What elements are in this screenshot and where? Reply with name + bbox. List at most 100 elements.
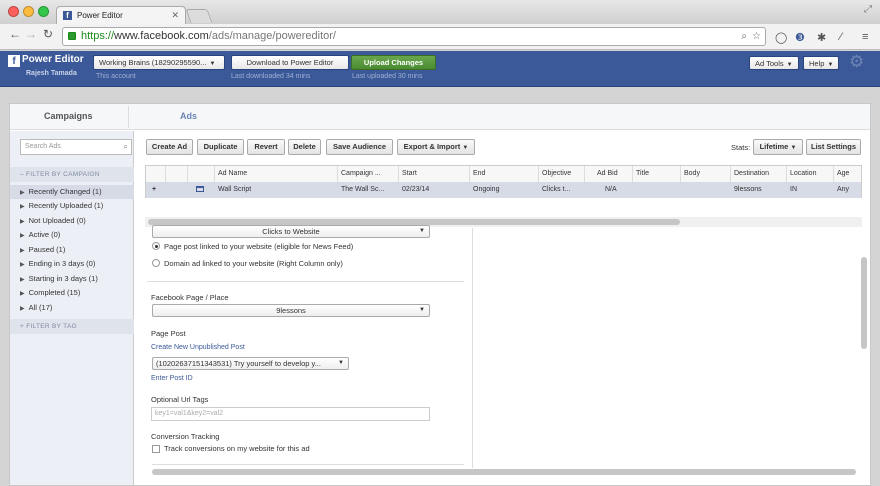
forward-arrow-icon[interactable]: →: [25, 27, 37, 41]
filter-campaign-label: FILTER BY CAMPAIGN: [26, 171, 100, 178]
sidebar-item-label: Starting in 3 days (1): [28, 274, 98, 283]
help-menu[interactable]: Help ▼: [803, 56, 840, 70]
duplicate-button[interactable]: Duplicate: [197, 139, 244, 155]
new-tab-button[interactable]: [185, 9, 213, 23]
list-settings-button[interactable]: List Settings: [806, 139, 861, 155]
column-header-ad-bid[interactable]: Ad Bid: [585, 166, 633, 182]
fullscreen-icon[interactable]: ⤢: [864, 4, 872, 15]
page-select[interactable]: 9lessons ▼: [152, 304, 430, 317]
sidebar-item-completed[interactable]: ▶ Completed (15): [10, 286, 134, 300]
browser-tab[interactable]: f Power Editor ✕: [56, 6, 186, 24]
export-import-label: Export & Import: [403, 142, 461, 151]
chevron-down-icon: ▼: [790, 145, 797, 151]
help-label: Help: [809, 59, 825, 68]
sidebar-item-label: Active (0): [28, 230, 61, 239]
form-vertical-scrollbar[interactable]: [861, 257, 867, 349]
sidebar-item-recently-uploaded[interactable]: ▶ Recently Uploaded (1): [10, 199, 134, 213]
column-header-start[interactable]: Start: [399, 166, 470, 182]
extension-bubble-icon[interactable]: ◯: [775, 31, 787, 44]
cell-destination[interactable]: 9lessons: [731, 182, 787, 198]
cell-ad-name[interactable]: Wall Script: [215, 182, 338, 198]
triangle-right-icon: ▶: [20, 204, 25, 210]
sidebar-item-starting[interactable]: ▶ Starting in 3 days (1): [10, 272, 134, 286]
column-header-objective[interactable]: Objective: [539, 166, 585, 182]
chevron-down-icon: ▼: [209, 61, 216, 67]
objective-select[interactable]: Clicks to Website ▼: [152, 225, 430, 238]
search-ads-input[interactable]: Search Ads ⌕: [20, 139, 132, 155]
divider: [147, 281, 464, 282]
url-tags-input[interactable]: key1=val1&key2=val2: [151, 407, 430, 421]
back-arrow-icon[interactable]: ←: [9, 27, 21, 41]
cell-location[interactable]: IN: [787, 182, 834, 198]
triangle-right-icon: ▶: [20, 248, 25, 254]
tab-ads[interactable]: Ads: [180, 111, 197, 121]
zoom-window-button[interactable]: [38, 6, 49, 17]
facebook-favicon-icon: f: [63, 11, 72, 20]
download-button[interactable]: Download to Power Editor: [231, 55, 349, 70]
extension-bug-icon[interactable]: ✱: [817, 31, 826, 44]
sidebar-item-label: Ending in 3 days (0): [28, 259, 96, 268]
lifetime-select[interactable]: Lifetime ▼: [753, 139, 803, 155]
cell-title[interactable]: [633, 182, 681, 198]
revert-button[interactable]: Revert: [247, 139, 285, 155]
cell-start[interactable]: 02/23/14: [399, 182, 470, 198]
create-ad-button[interactable]: Create Ad: [146, 139, 193, 155]
column-header-title[interactable]: Title: [633, 166, 681, 182]
power-editor-logo: f Power Editor: [8, 54, 84, 67]
export-import-button[interactable]: Export & Import ▼: [397, 139, 475, 155]
page-post-select[interactable]: (10202637151343531) Try yourself to deve…: [152, 357, 349, 370]
column-header-body[interactable]: Body: [681, 166, 731, 182]
sidebar-item-ending[interactable]: ▶ Ending in 3 days (0): [10, 257, 134, 271]
column-header-age[interactable]: Age: [834, 166, 861, 182]
column-header-campaign[interactable]: Campaign ...: [338, 166, 399, 182]
search-icon[interactable]: ⌕: [741, 28, 747, 45]
column-header-location[interactable]: Location: [787, 166, 834, 182]
tab-divider: [128, 106, 129, 128]
account-select[interactable]: Working Brains (18290295590... ▼: [93, 55, 225, 70]
sidebar-item-label: Not Uploaded (0): [28, 216, 86, 225]
column-header-end[interactable]: End: [470, 166, 539, 182]
sidebar-item-not-uploaded[interactable]: ▶ Not Uploaded (0): [10, 214, 134, 228]
sidebar-item-paused[interactable]: ▶ Paused (1): [10, 243, 134, 257]
gear-icon[interactable]: ⚙: [849, 52, 864, 72]
cell-objective[interactable]: Clicks t...: [539, 182, 585, 198]
radio-page-post-label: Page post linked to your website (eligib…: [164, 242, 354, 251]
save-audience-button[interactable]: Save Audience: [326, 139, 393, 155]
sidebar-item-all[interactable]: ▶ All (17): [10, 301, 134, 315]
tab-campaigns[interactable]: Campaigns: [44, 111, 93, 121]
account-label: Working Brains (18290295590...: [99, 58, 207, 67]
address-bar[interactable]: https://www.facebook.com/ads/manage/powe…: [62, 27, 766, 46]
ad-tools-menu[interactable]: Ad Tools ▼: [749, 56, 799, 70]
conversion-checkbox[interactable]: [152, 445, 160, 453]
sidebar-item-active[interactable]: ▶ Active (0): [10, 228, 134, 242]
cell-body[interactable]: [681, 182, 731, 198]
upload-changes-button[interactable]: Upload Changes: [351, 55, 436, 70]
close-window-button[interactable]: [8, 6, 19, 17]
delete-button[interactable]: Delete: [288, 139, 321, 155]
page-value: 9lessons: [276, 306, 306, 315]
create-post-link[interactable]: Create New Unpublished Post: [151, 344, 245, 351]
cell-end[interactable]: Ongoing: [470, 182, 539, 198]
extension-badge-icon[interactable]: ❸: [795, 31, 805, 44]
enter-post-id-link[interactable]: Enter Post ID: [151, 375, 193, 382]
column-header-ad-name[interactable]: Ad Name: [215, 166, 338, 182]
radio-domain-ad[interactable]: [152, 259, 160, 267]
expand-row-button[interactable]: +: [146, 182, 166, 198]
form-horizontal-scrollbar[interactable]: [152, 469, 856, 475]
close-tab-icon[interactable]: ✕: [171, 10, 179, 21]
menu-icon[interactable]: ≡: [862, 31, 868, 43]
reload-icon[interactable]: ↻: [43, 27, 53, 41]
radio-page-post[interactable]: [152, 242, 160, 250]
sidebar-item-recently-changed[interactable]: ▶ Recently Changed (1): [10, 185, 134, 199]
conversion-checkbox-label: Track conversions on my website for this…: [164, 444, 310, 453]
cell-campaign[interactable]: The Wall Sc...: [338, 182, 399, 198]
column-header-type: [188, 166, 215, 182]
bookmark-star-icon[interactable]: ☆: [752, 28, 761, 45]
cell-ad-bid[interactable]: N/A: [585, 182, 633, 198]
column-header-destination[interactable]: Destination: [731, 166, 787, 182]
cell-age[interactable]: Any: [834, 182, 861, 198]
eyedropper-icon[interactable]: ⁄: [840, 31, 842, 43]
minimize-window-button[interactable]: [23, 6, 34, 17]
search-placeholder: Search Ads: [25, 143, 61, 150]
page-post-label: Page Post: [151, 329, 186, 338]
